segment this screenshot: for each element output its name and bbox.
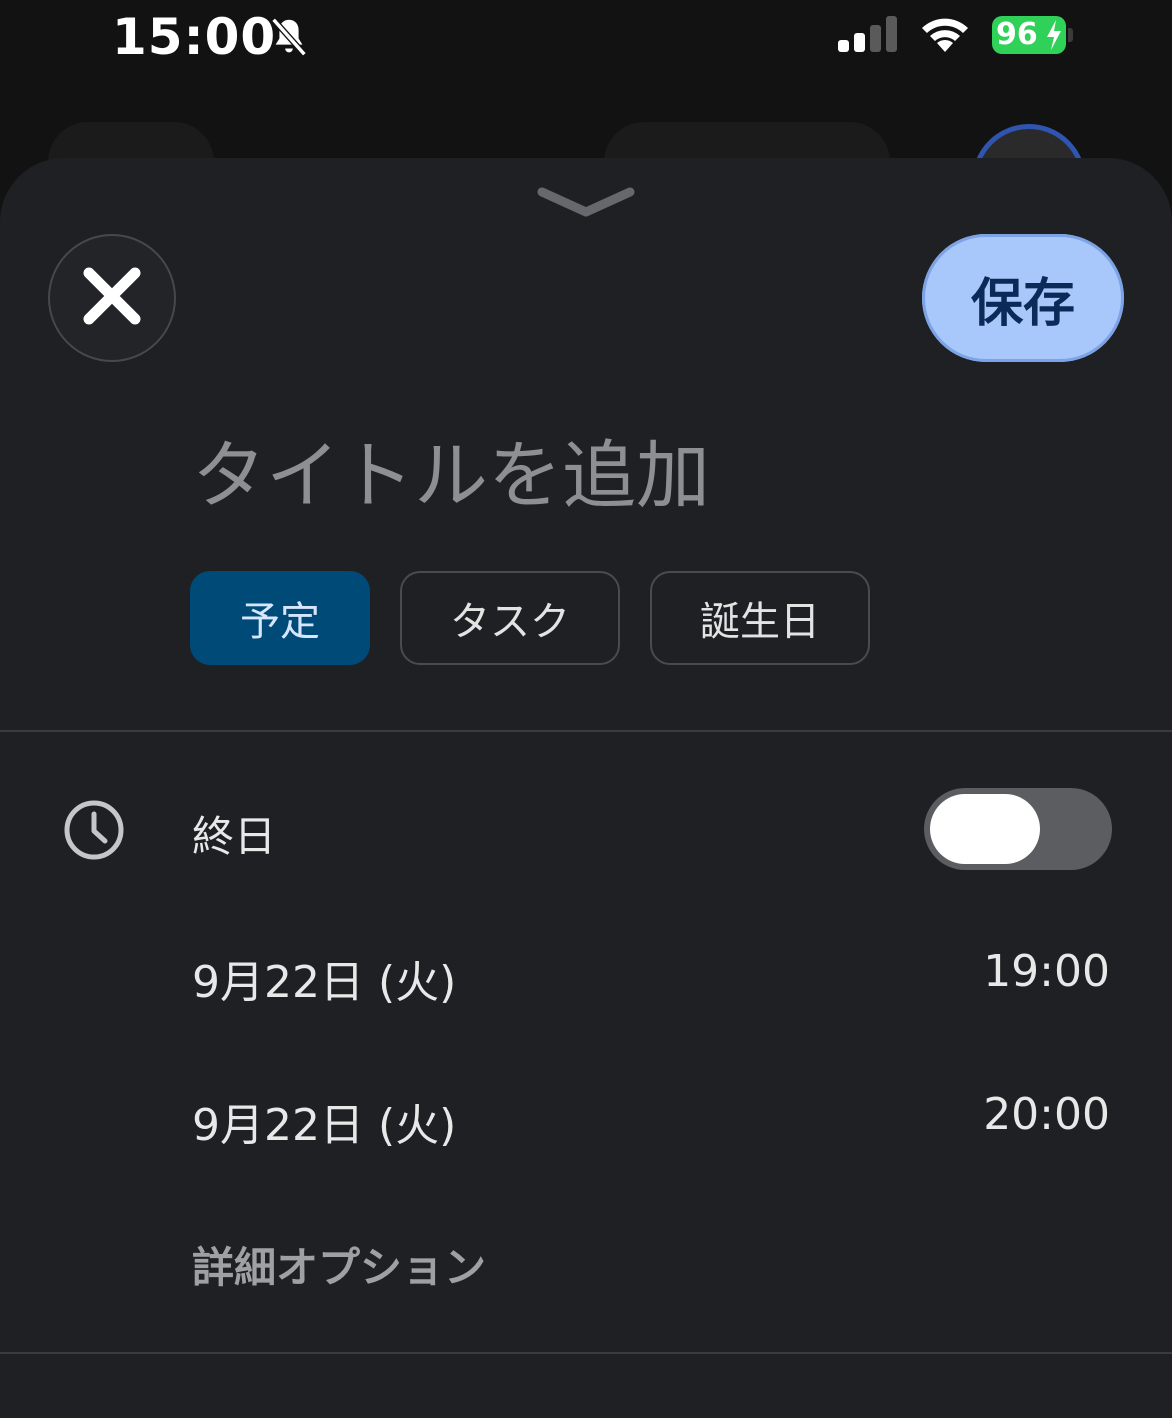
chevron-down-icon[interactable] xyxy=(536,184,636,224)
save-button[interactable]: 保存 xyxy=(922,234,1124,362)
status-bar: 15:00 96 xyxy=(0,0,1172,80)
all-day-label: 終日 xyxy=(192,812,277,861)
toggle-knob xyxy=(930,794,1040,864)
signal-icon xyxy=(838,14,900,58)
close-button[interactable] xyxy=(48,234,176,362)
battery-icon: 96 xyxy=(992,16,1066,54)
chip-task[interactable]: タスク xyxy=(400,571,620,665)
start-date[interactable]: 9月22日 (火) xyxy=(192,946,456,1010)
status-time: 15:00 xyxy=(112,8,277,66)
title-input[interactable] xyxy=(192,426,1092,526)
more-options-link[interactable]: 詳細オプション xyxy=(192,1234,486,1295)
close-icon xyxy=(79,263,145,333)
new-event-sheet: 保存 予定 タスク 誕生日 終日 9月22日 (火) 19:00 9月22日 (… xyxy=(0,158,1172,1418)
all-day-toggle[interactable] xyxy=(924,788,1112,870)
battery-level: 96 xyxy=(996,17,1038,52)
divider xyxy=(0,730,1172,732)
bell-slash-icon xyxy=(266,14,312,64)
chip-event[interactable]: 予定 xyxy=(190,571,370,665)
end-time[interactable]: 20:00 xyxy=(983,1089,1110,1140)
divider xyxy=(0,1352,1172,1354)
wifi-icon xyxy=(918,12,972,58)
battery-cap xyxy=(1068,28,1073,42)
chip-birthday[interactable]: 誕生日 xyxy=(650,571,870,665)
clock-icon xyxy=(62,798,126,866)
start-time[interactable]: 19:00 xyxy=(983,946,1110,997)
end-date[interactable]: 9月22日 (火) xyxy=(192,1089,456,1153)
